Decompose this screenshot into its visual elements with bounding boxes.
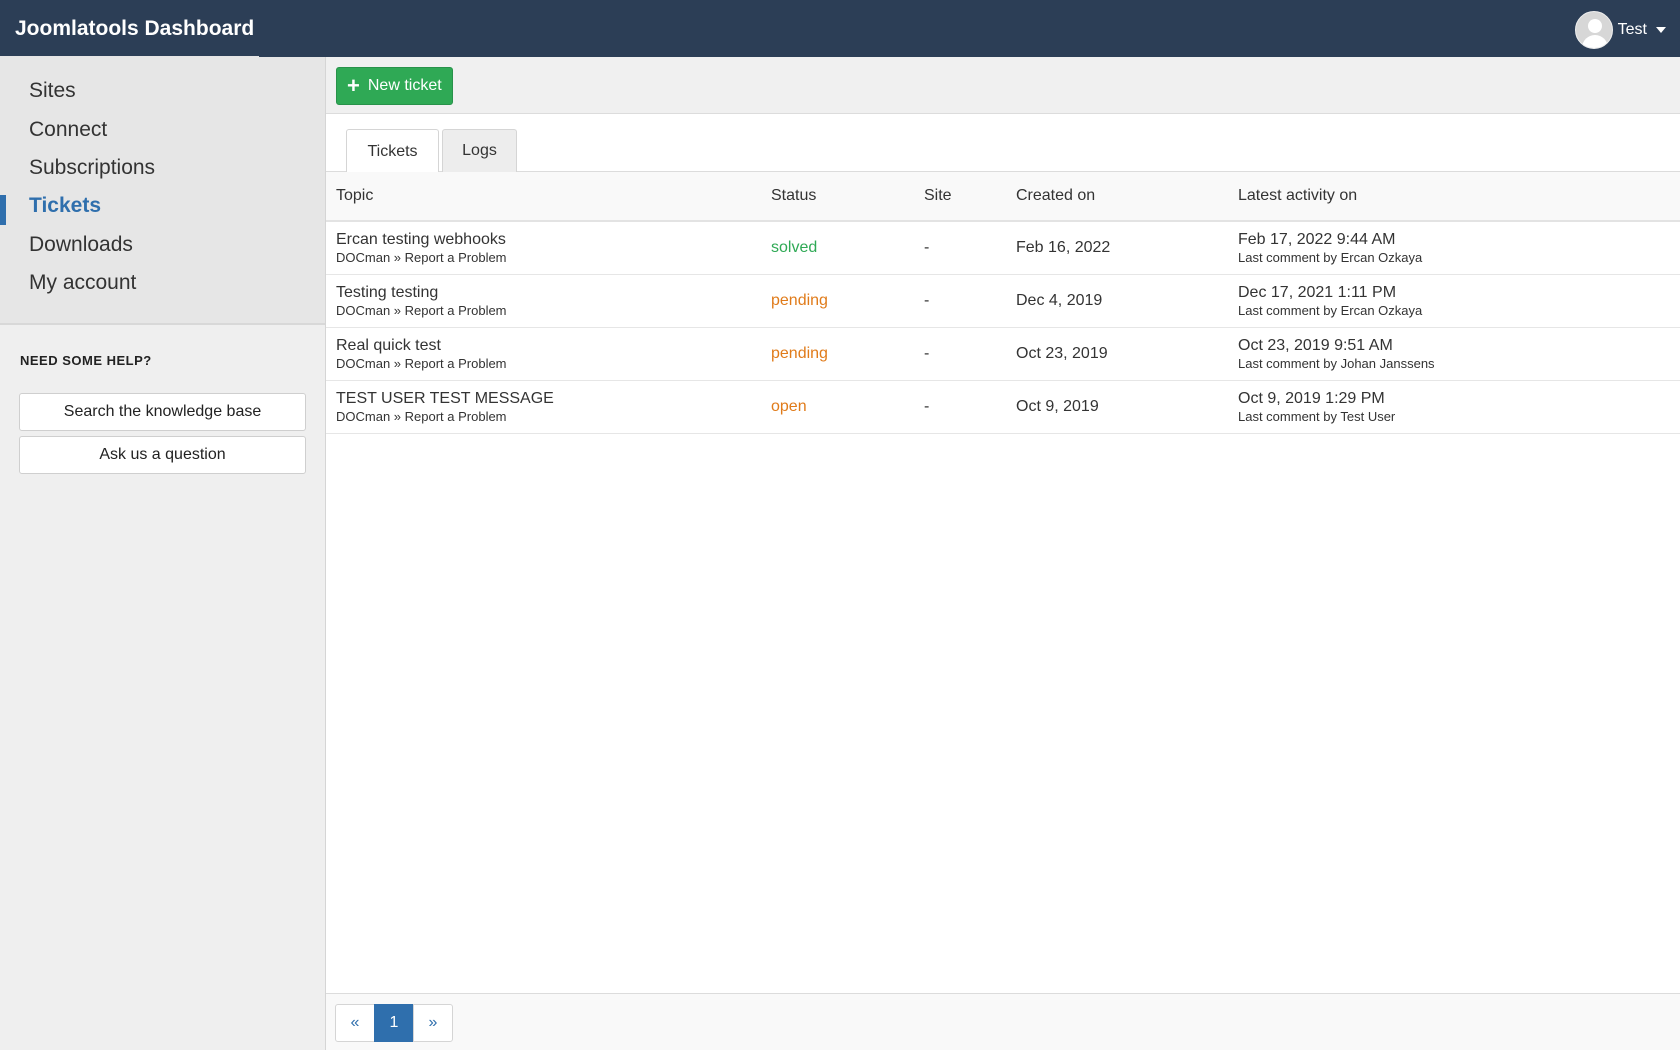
sidebar-item-sites[interactable]: Sites xyxy=(29,79,76,103)
sidebar-item-connect[interactable]: Connect xyxy=(29,118,107,142)
last-comment: Last comment by Ercan Ozkaya xyxy=(1238,249,1423,265)
column-header-latest-activity[interactable]: Latest activity on xyxy=(1228,172,1680,221)
help-heading: NEED SOME HELP? xyxy=(20,353,152,368)
user-name[interactable]: Test xyxy=(1618,21,1647,39)
activity-cell: Dec 17, 2021 1:11 PM Last comment by Erc… xyxy=(1228,274,1680,327)
ask-question-button[interactable]: Ask us a question xyxy=(19,436,306,474)
main-content: + New ticket Tickets Logs Topic Status S… xyxy=(326,57,1680,1050)
table-row[interactable]: TEST USER TEST MESSAGE DOCman » Report a… xyxy=(326,380,1680,433)
created-cell: Feb 16, 2022 xyxy=(1016,238,1111,256)
sidebar-nav: Sites Connect Subscriptions Tickets Down… xyxy=(0,57,325,325)
table-header-row: Topic Status Site Created on Latest acti… xyxy=(326,172,1680,221)
tab-bar: Tickets Logs xyxy=(326,128,1680,173)
activity-date: Feb 17, 2022 9:44 AM xyxy=(1238,230,1396,248)
sidebar-item-subscriptions[interactable]: Subscriptions xyxy=(29,156,155,180)
site-cell: - xyxy=(924,291,930,309)
ticket-category: DOCman » Report a Problem xyxy=(336,249,507,265)
table-footer: « 1 » xyxy=(326,993,1680,1050)
ticket-topic-link[interactable]: TEST USER TEST MESSAGE xyxy=(336,389,761,408)
created-cell: Dec 4, 2019 xyxy=(1016,291,1103,309)
app-title[interactable]: Joomlatools Dashboard xyxy=(15,17,254,41)
status-badge: solved xyxy=(771,238,818,256)
activity-date: Oct 9, 2019 1:29 PM xyxy=(1238,389,1385,407)
created-cell: Oct 23, 2019 xyxy=(1016,344,1108,362)
last-comment: Last comment by Test User xyxy=(1238,408,1396,424)
column-header-created-on[interactable]: Created on xyxy=(1006,172,1228,221)
sidebar-item-tickets[interactable]: Tickets xyxy=(29,194,101,218)
column-header-status[interactable]: Status xyxy=(761,172,914,221)
ticket-topic-link[interactable]: Ercan testing webhooks xyxy=(336,230,761,249)
status-badge: pending xyxy=(771,291,828,309)
toolbar: + New ticket xyxy=(326,57,1680,114)
new-ticket-button[interactable]: + New ticket xyxy=(336,67,453,105)
ticket-category: DOCman » Report a Problem xyxy=(336,408,507,424)
avatar-icon[interactable] xyxy=(1574,11,1613,49)
column-header-site[interactable]: Site xyxy=(914,172,1006,221)
status-badge: open xyxy=(771,397,807,415)
status-badge: pending xyxy=(771,344,828,362)
column-header-topic[interactable]: Topic xyxy=(326,172,761,221)
sidebar-item-downloads[interactable]: Downloads xyxy=(29,233,133,257)
ticket-topic-link[interactable]: Testing testing xyxy=(336,283,761,302)
ticket-topic-link[interactable]: Real quick test xyxy=(336,336,761,355)
created-cell: Oct 9, 2019 xyxy=(1016,397,1099,415)
ticket-category: DOCman » Report a Problem xyxy=(336,355,507,371)
site-cell: - xyxy=(924,397,930,415)
activity-date: Oct 23, 2019 9:51 AM xyxy=(1238,336,1393,354)
pagination-page-1[interactable]: 1 xyxy=(374,1004,414,1042)
activity-cell: Feb 17, 2022 9:44 AM Last comment by Erc… xyxy=(1228,221,1680,274)
active-indicator xyxy=(0,195,6,225)
topic-cell: TEST USER TEST MESSAGE DOCman » Report a… xyxy=(326,380,761,433)
activity-date: Dec 17, 2021 1:11 PM xyxy=(1238,283,1397,301)
table-row[interactable]: Real quick test DOCman » Report a Proble… xyxy=(326,327,1680,380)
site-cell: - xyxy=(924,238,930,256)
table-row[interactable]: Testing testing DOCman » Report a Proble… xyxy=(326,274,1680,327)
topic-cell: Testing testing DOCman » Report a Proble… xyxy=(326,274,761,327)
sidebar: Sites Connect Subscriptions Tickets Down… xyxy=(0,57,326,1050)
activity-cell: Oct 23, 2019 9:51 AM Last comment by Joh… xyxy=(1228,327,1680,380)
sidebar-item-my-account[interactable]: My account xyxy=(29,271,136,295)
site-cell: - xyxy=(924,344,930,362)
new-ticket-label: New ticket xyxy=(367,77,442,94)
tickets-table: Topic Status Site Created on Latest acti… xyxy=(326,172,1680,434)
tab-logs[interactable]: Logs xyxy=(442,129,517,172)
tab-tickets[interactable]: Tickets xyxy=(346,129,439,173)
search-knowledge-base-button[interactable]: Search the knowledge base xyxy=(19,393,306,431)
pagination-prev[interactable]: « xyxy=(335,1004,375,1042)
last-comment: Last comment by Johan Janssens xyxy=(1238,355,1435,371)
top-header: Joomlatools Dashboard Test xyxy=(0,0,1680,57)
topic-cell: Ercan testing webhooks DOCman » Report a… xyxy=(326,221,761,274)
user-menu[interactable]: Test xyxy=(1574,11,1666,49)
activity-cell: Oct 9, 2019 1:29 PM Last comment by Test… xyxy=(1228,380,1680,433)
last-comment: Last comment by Ercan Ozkaya xyxy=(1238,302,1423,318)
pagination: « 1 » xyxy=(335,1004,453,1042)
chevron-down-icon[interactable] xyxy=(1656,27,1666,33)
table-row[interactable]: Ercan testing webhooks DOCman » Report a… xyxy=(326,221,1680,274)
plus-icon: + xyxy=(347,73,360,98)
pagination-next[interactable]: » xyxy=(413,1004,453,1042)
topic-cell: Real quick test DOCman » Report a Proble… xyxy=(326,327,761,380)
ticket-category: DOCman » Report a Problem xyxy=(336,302,507,318)
